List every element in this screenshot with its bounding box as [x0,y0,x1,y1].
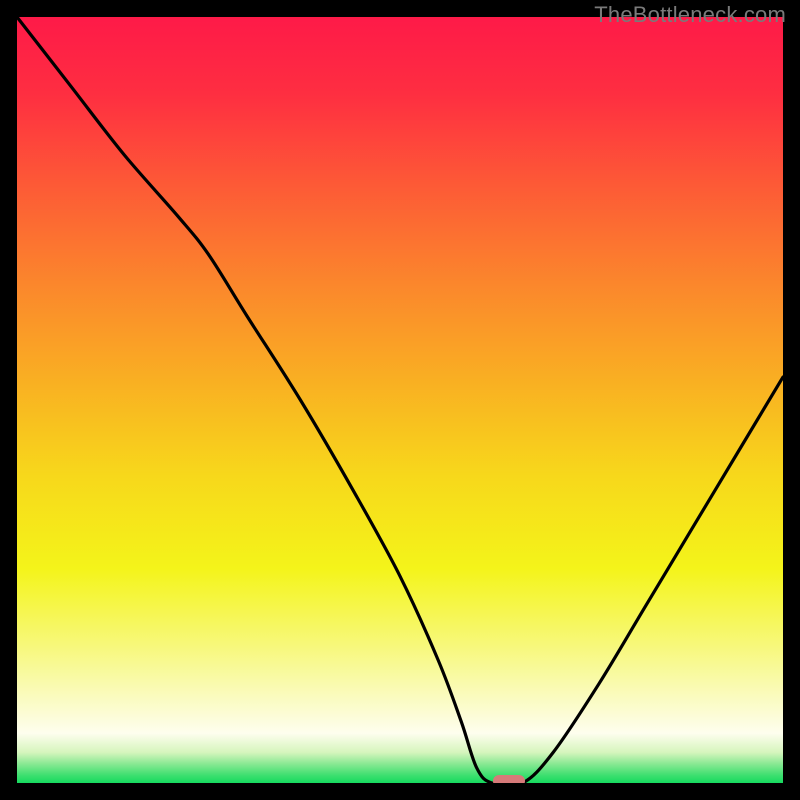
chart-frame: TheBottleneck.com [0,0,800,800]
gradient-background [17,17,783,783]
watermark-text: TheBottleneck.com [594,2,786,28]
plot-area [17,17,783,783]
chart-svg [17,17,783,783]
minimum-marker [493,775,525,783]
